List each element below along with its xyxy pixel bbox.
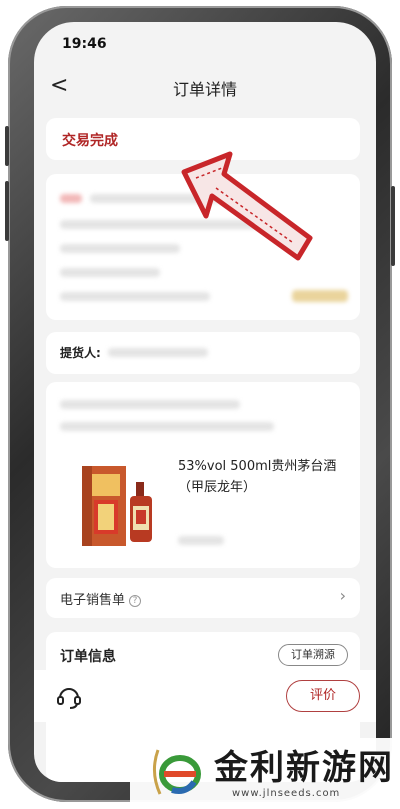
watermark-name: 金利新游网 <box>214 748 394 788</box>
phone-side-button <box>5 181 9 241</box>
app-screen: 19:46 < 订单详情 交易完成 提货人: 53%vol 500ml贵州茅台酒… <box>34 22 376 782</box>
headset-icon[interactable] <box>56 684 82 710</box>
blurred-tag <box>60 194 82 203</box>
blurred-badge <box>292 290 348 302</box>
product-name: 53%vol 500ml贵州茅台酒（甲辰龙年） <box>178 459 337 495</box>
order-info-label: 订单信息 <box>60 649 116 665</box>
nav-bar: < 订单详情 <box>34 68 376 104</box>
blurred-store-address <box>60 422 274 431</box>
review-button[interactable]: 评价 <box>286 680 360 712</box>
blurred-text <box>60 292 210 301</box>
page-title: 订单详情 <box>172 80 237 99</box>
product-card[interactable]: 53%vol 500ml贵州茅台酒（甲辰龙年） <box>46 382 360 568</box>
blurred-pickup-name <box>108 348 208 357</box>
e-receipt-row[interactable]: 电子销售单? › <box>46 578 360 618</box>
chevron-right-icon: › <box>339 586 346 605</box>
blurred-store-name <box>60 400 240 409</box>
e-receipt-text: 电子销售单 <box>60 593 126 608</box>
pickup-person-card: 提货人: <box>46 332 360 374</box>
help-icon[interactable]: ? <box>129 594 142 607</box>
status-bar: 19:46 <box>34 22 376 68</box>
phone-side-button <box>5 126 9 166</box>
status-time: 19:46 <box>62 36 107 52</box>
product-image <box>82 466 152 546</box>
watermark-url: www.jlnseeds.com <box>232 788 341 799</box>
order-status-text: 交易完成 <box>62 133 118 149</box>
order-trace-button[interactable]: 订单溯源 <box>278 644 348 666</box>
e-receipt-label: 电子销售单? <box>60 589 142 608</box>
page-frame: 19:46 < 订单详情 交易完成 提货人: 53%vol 500ml贵州茅台酒… <box>0 0 400 809</box>
watermark-logo-icon <box>153 749 201 795</box>
phone-power-button <box>391 186 395 266</box>
blurred-price <box>178 536 224 545</box>
site-watermark: 金利新游网 www.jlnseeds.com <box>130 738 400 809</box>
blurred-text <box>60 244 180 253</box>
bottom-action-bar: 评价 <box>34 670 376 722</box>
annotation-arrow-icon <box>181 151 313 261</box>
pickup-label: 提货人: <box>60 346 101 360</box>
blurred-text <box>60 268 160 277</box>
